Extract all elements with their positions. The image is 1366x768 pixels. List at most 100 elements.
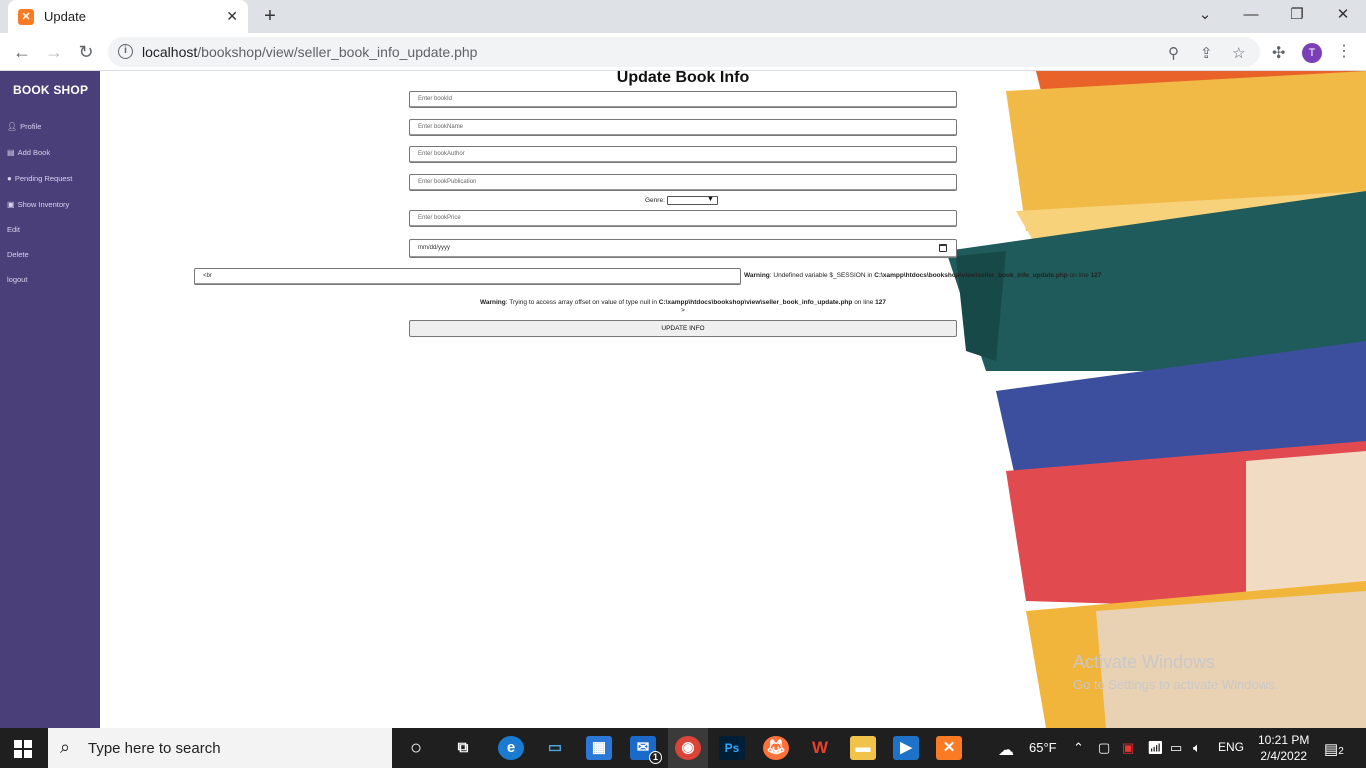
sidebar-item-label: Pending Request xyxy=(14,174,73,183)
sidebar-item-add-book[interactable]: ▤ Add Book xyxy=(7,148,50,157)
xampp-icon[interactable]: ✕ xyxy=(936,736,962,760)
search-icon: ⌕ xyxy=(60,737,71,757)
windows-start-icon[interactable] xyxy=(14,740,32,758)
tray-device-icon[interactable]: ▢ xyxy=(1098,740,1110,756)
wps-office-icon[interactable]: W xyxy=(807,736,833,760)
extensions-puzzle-icon[interactable]: ✣ xyxy=(1272,43,1285,63)
minimize-button[interactable]: — xyxy=(1228,0,1274,33)
description-input[interactable]: <br xyxy=(194,268,741,285)
forward-icon[interactable]: → xyxy=(42,40,66,64)
browser-tab-strip: ✕ Update ✕ + ⌄ — ❐ ✕ xyxy=(0,0,1366,33)
restore-button[interactable]: ❐ xyxy=(1274,0,1320,33)
warning-label: Warning xyxy=(479,299,506,306)
notifications-icon[interactable]: ▤2 xyxy=(1324,740,1344,758)
bookmark-star-icon[interactable]: ☆ xyxy=(1232,44,1245,62)
address-bar[interactable]: i localhost/bookshop/view/seller_book_in… xyxy=(108,37,1260,67)
circle-icon: ● xyxy=(7,174,12,183)
edge-icon[interactable]: e xyxy=(498,736,524,760)
chrome-menu-icon[interactable]: ⋮ xyxy=(1336,41,1352,61)
language-indicator[interactable]: ENG xyxy=(1218,740,1244,754)
clock-time: 10:21 PM xyxy=(1258,733,1310,747)
system-clock[interactable]: 10:21 PM 2/4/2022 xyxy=(1258,732,1309,764)
sidebar-item-profile[interactable]: 👤︎ Profile xyxy=(7,122,41,131)
warning-line: 127 xyxy=(875,299,887,306)
clock-date: 2/4/2022 xyxy=(1260,749,1308,763)
url-text[interactable]: localhost/bookshop/view/seller_book_info… xyxy=(142,44,477,60)
tray-chevron-icon[interactable]: ⌃ xyxy=(1073,740,1084,756)
book-publication-input[interactable]: Enter bookPublication xyxy=(409,174,957,191)
file-explorer-icon[interactable]: ▬ xyxy=(850,736,876,760)
sidebar: BOOK SHOP 👤︎ Profile ▤ Add Book ● Pendin… xyxy=(0,71,100,728)
book-name-input[interactable]: Enter bookName xyxy=(409,119,957,136)
browser-tab[interactable]: ✕ Update ✕ xyxy=(8,0,248,33)
sidebar-item-edit[interactable]: Edit xyxy=(7,225,20,234)
firefox-icon[interactable]: 🦊︎ xyxy=(763,736,789,760)
taskbar-search-box[interactable]: ⌕ Type here to search xyxy=(48,728,392,768)
cortana-icon[interactable]: ○ xyxy=(403,736,429,760)
search-placeholder: Type here to search xyxy=(88,740,221,757)
sidebar-item-label: Delete xyxy=(7,250,29,259)
tab-search-icon[interactable]: ⌄ xyxy=(1182,0,1228,33)
sidebar-item-label: Edit xyxy=(7,225,20,234)
weather-icon[interactable]: ☁ xyxy=(998,740,1014,760)
php-warning-array-offset: Warning: Trying to access array offset o… xyxy=(410,299,956,306)
sidebar-item-label: Add Book xyxy=(17,148,51,157)
sidebar-item-logout[interactable]: logout xyxy=(7,275,27,284)
browser-toolbar: ← → ↻ i localhost/bookshop/view/seller_b… xyxy=(0,33,1366,71)
wifi-icon[interactable]: 📶︎ xyxy=(1147,740,1164,756)
photoshop-icon[interactable]: Ps xyxy=(719,736,745,760)
warning-label: Warning xyxy=(744,272,770,279)
warning-path: C:\xampp\htdocs\bookshop\view\seller_boo… xyxy=(658,299,853,306)
warning-line-prefix: on line xyxy=(852,299,876,306)
php-warning-session: Warning: Undefined variable $_SESSION in… xyxy=(744,272,1101,279)
warning-line-prefix: on line xyxy=(1067,272,1091,279)
mail-icon[interactable]: ✉ 1 xyxy=(630,736,662,764)
reload-icon[interactable]: ↻ xyxy=(74,40,98,64)
url-host: localhost xyxy=(142,44,198,60)
chrome-icon[interactable]: ◉ xyxy=(675,736,701,760)
share-icon[interactable]: ⇪ xyxy=(1200,44,1213,62)
book-author-input[interactable]: Enter bookAuthor xyxy=(409,146,957,163)
genre-label: Genre: xyxy=(645,197,665,204)
zoom-icon[interactable]: ⚲ xyxy=(1168,44,1179,62)
sidebar-item-label: Show Inventory xyxy=(17,200,70,209)
computer-icon[interactable]: ▭ xyxy=(542,736,568,760)
media-player-icon[interactable]: ▶ xyxy=(893,736,919,760)
volume-icon[interactable]: 🔈︎ xyxy=(1193,740,1201,756)
book-id-input[interactable]: Enter bookId xyxy=(409,91,957,108)
back-icon[interactable]: ← xyxy=(10,40,34,64)
battery-icon[interactable]: ▭ xyxy=(1170,740,1182,756)
task-view-icon[interactable]: ⧉ xyxy=(450,736,476,760)
sidebar-item-pending-request[interactable]: ● Pending Request xyxy=(7,174,72,183)
genre-row: Genre: xyxy=(645,196,718,205)
notification-count: 2 xyxy=(1338,746,1344,757)
books-stack-image xyxy=(946,71,1366,728)
update-info-button[interactable]: UPDATE INFO xyxy=(409,320,957,337)
person-icon: 👤︎ xyxy=(7,122,18,131)
weather-temp[interactable]: 65°F xyxy=(1029,740,1057,755)
warning-text: : Undefined variable $_SESSION in xyxy=(769,272,875,279)
genre-select[interactable] xyxy=(666,196,718,205)
sidebar-item-delete[interactable]: Delete xyxy=(7,250,29,259)
mail-badge: 1 xyxy=(649,751,662,764)
sidebar-item-label: logout xyxy=(7,275,28,284)
tray-antivirus-icon[interactable]: ▣ xyxy=(1122,740,1134,756)
site-info-icon[interactable]: i xyxy=(118,44,133,59)
activate-windows-watermark: Activate Windows Go to Settings to activ… xyxy=(1073,652,1278,692)
sidebar-item-label: Profile xyxy=(20,122,42,131)
calendar-icon[interactable] xyxy=(939,244,947,252)
book-add-icon: ▤ xyxy=(7,148,15,157)
warning-text: : Trying to access array offset on value… xyxy=(505,299,659,306)
profile-avatar[interactable]: T xyxy=(1302,43,1322,63)
xampp-favicon-icon: ✕ xyxy=(18,8,34,25)
brand-logo[interactable]: BOOK SHOP xyxy=(13,83,88,97)
date-input[interactable]: mm/dd/yyyy xyxy=(409,239,957,258)
close-window-button[interactable]: ✕ xyxy=(1320,0,1366,33)
book-price-input[interactable]: Enter bookPrice xyxy=(409,210,957,227)
new-tab-button[interactable]: + xyxy=(258,4,282,28)
date-placeholder: mm/dd/yyyy xyxy=(418,245,451,251)
url-path: /bookshop/view/seller_book_info_update.p… xyxy=(197,44,478,60)
sidebar-item-show-inventory[interactable]: ▣ Show Inventory xyxy=(7,200,69,209)
close-tab-icon[interactable]: ✕ xyxy=(226,8,238,25)
store-icon[interactable]: ▦ xyxy=(586,736,612,760)
